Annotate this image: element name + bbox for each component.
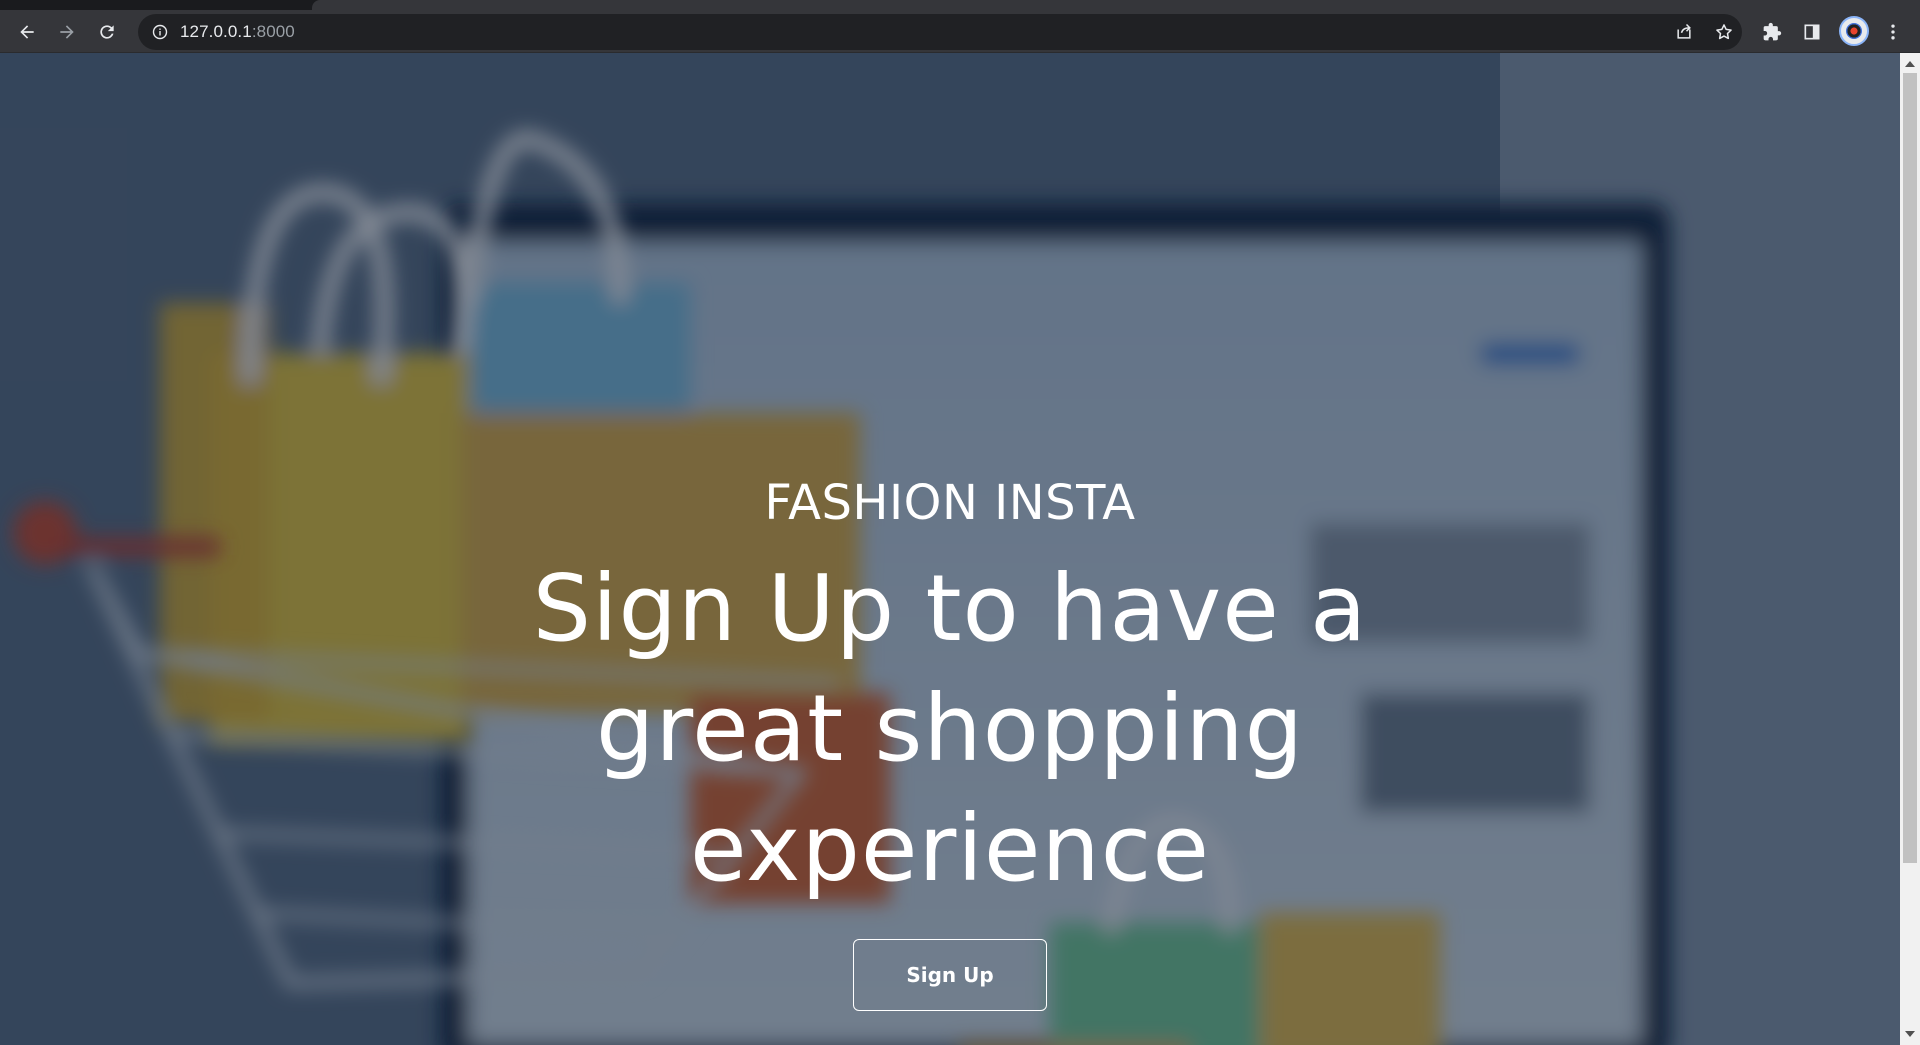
back-button[interactable] <box>11 16 43 48</box>
hero-section: FASHION INSTA Sign Up to have a great sh… <box>0 53 1900 1045</box>
browser-menu-button[interactable] <box>1877 16 1909 48</box>
profile-avatar[interactable] <box>1839 16 1869 46</box>
address-bar[interactable]: 127.0.0.1:8000 <box>138 14 1742 50</box>
reload-button[interactable] <box>91 16 123 48</box>
profile-avatar-icon <box>1846 23 1862 39</box>
sign-up-button[interactable]: Sign Up <box>853 939 1047 1011</box>
site-info-icon[interactable] <box>152 24 168 40</box>
page-scrollbar[interactable] <box>1900 53 1920 1045</box>
bookmark-button[interactable] <box>1708 16 1740 48</box>
side-panel-icon <box>1804 24 1820 40</box>
share-button[interactable] <box>1668 16 1700 48</box>
browser-toolbar: 127.0.0.1:8000 <box>0 10 1920 53</box>
arrow-right-icon <box>60 25 74 39</box>
extensions-button[interactable] <box>1756 16 1788 48</box>
url-text: 127.0.0.1:8000 <box>180 22 295 42</box>
active-tab[interactable] <box>312 0 1920 10</box>
extensions-puzzle-icon <box>1763 22 1782 41</box>
reload-icon <box>100 25 114 39</box>
page-viewport: FASHION INSTA Sign Up to have a great sh… <box>0 53 1900 1045</box>
hero-headline: Sign Up to have a great shopping experie… <box>532 555 1368 902</box>
scroll-down-arrow-icon[interactable] <box>1905 1031 1915 1037</box>
scroll-up-arrow-icon[interactable] <box>1905 61 1915 67</box>
kebab-menu-icon <box>1891 24 1895 40</box>
url-host: 127.0.0.1 <box>180 22 252 41</box>
bookmark-star-icon <box>1716 24 1732 40</box>
arrow-left-icon <box>20 25 34 39</box>
forward-button[interactable] <box>51 16 83 48</box>
tab-strip <box>0 0 1920 10</box>
scrollbar-thumb[interactable] <box>1903 73 1917 863</box>
side-panel-button[interactable] <box>1796 16 1828 48</box>
share-icon <box>1677 23 1691 39</box>
url-port: :8000 <box>251 22 295 41</box>
brand-name: FASHION INSTA <box>764 475 1136 531</box>
